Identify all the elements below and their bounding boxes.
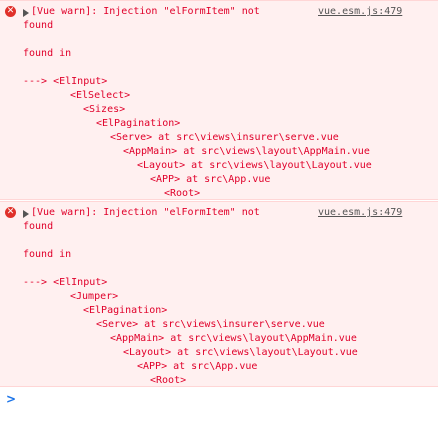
- trace-line: <AppMain> at src\views\layout\AppMain.vu…: [110, 333, 357, 344]
- expand-triangle-icon[interactable]: [23, 210, 29, 218]
- trace-line: <Root>: [164, 188, 201, 199]
- trace-line: <APP> at src\App.vue: [137, 361, 258, 372]
- trace-line: <Layout> at src\views\layout\Layout.vue: [137, 160, 372, 171]
- trace-line: <ElPagination>: [96, 118, 181, 129]
- trace-line: <Serve> at src\views\insurer\serve.vue: [110, 132, 339, 143]
- trace-line: ---> <ElInput>: [23, 277, 108, 288]
- error-circle-icon: ✕: [5, 6, 16, 17]
- console-input[interactable]: [20, 390, 430, 410]
- trace-line: <ElSelect>: [70, 90, 131, 101]
- console-error-message: ✕ [Vue warn]: Injection "elFormItem" not…: [0, 0, 438, 200]
- trace-line: ---> <ElInput>: [23, 76, 108, 87]
- expand-triangle-icon[interactable]: [23, 9, 29, 17]
- trace-line: <Jumper>: [70, 291, 119, 302]
- warning-text[interactable]: [Vue warn]: Injection "elFormItem" not: [31, 5, 260, 19]
- trace-line: <Layout> at src\views\layout\Layout.vue: [123, 347, 358, 358]
- trace-line: <Sizes>: [83, 104, 126, 115]
- warning-text-continuation: found: [23, 221, 54, 232]
- warning-text-continuation: found: [23, 20, 54, 31]
- console-prompt-icon: >: [6, 392, 17, 406]
- found-in-label: found in: [23, 48, 72, 59]
- error-circle-icon: ✕: [5, 207, 16, 218]
- warning-text[interactable]: [Vue warn]: Injection "elFormItem" not: [31, 206, 260, 220]
- trace-line: <ElPagination>: [83, 305, 168, 316]
- console-error-message: ✕ [Vue warn]: Injection "elFormItem" not…: [0, 201, 438, 387]
- source-link[interactable]: vue.esm.js:479: [318, 206, 402, 220]
- trace-line: <APP> at src\App.vue: [150, 174, 271, 185]
- found-in-label: found in: [23, 249, 72, 260]
- trace-line: <Root>: [150, 375, 187, 386]
- trace-line: <Serve> at src\views\insurer\serve.vue: [96, 319, 325, 330]
- source-link[interactable]: vue.esm.js:479: [318, 5, 402, 19]
- trace-line: <AppMain> at src\views\layout\AppMain.vu…: [123, 146, 370, 157]
